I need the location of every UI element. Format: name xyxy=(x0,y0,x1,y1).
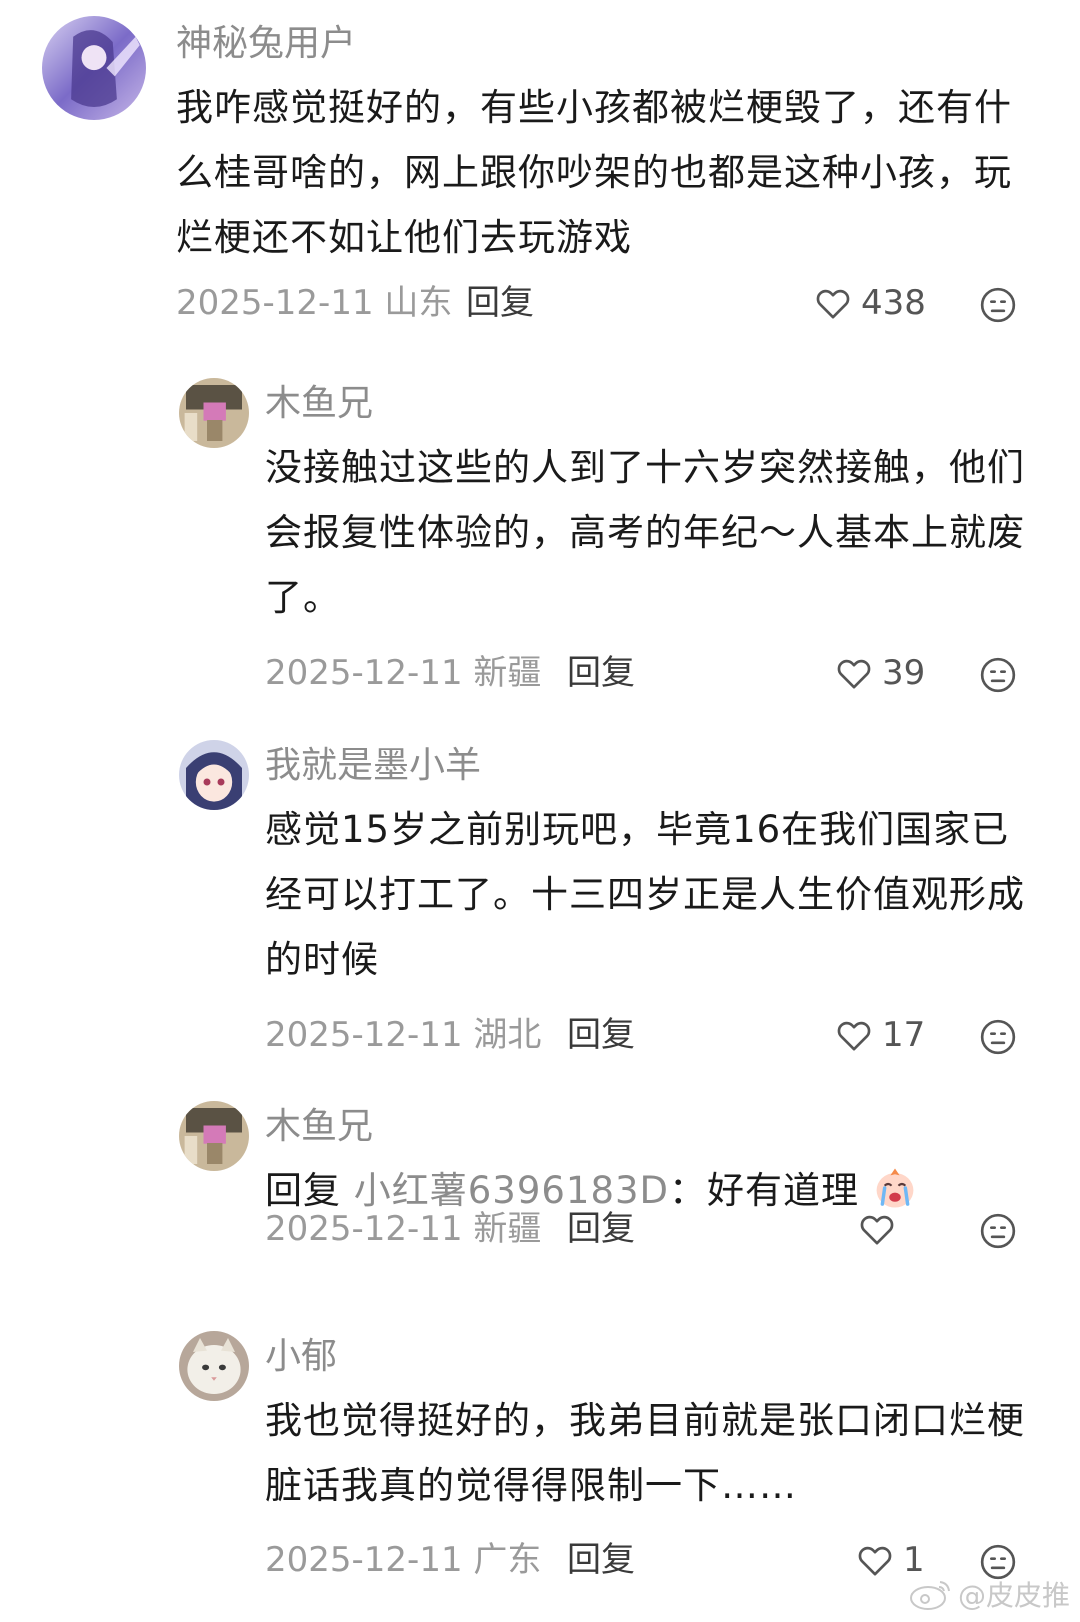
avatar-image xyxy=(42,16,146,120)
comment-date-location: 2025-12-11 山东 xyxy=(176,283,453,323)
avatar-image xyxy=(179,740,249,810)
neutral-face-icon xyxy=(980,287,1016,323)
reply-button[interactable]: 回复 xyxy=(567,1204,635,1254)
avatar[interactable] xyxy=(179,1101,249,1171)
like-count: 438 xyxy=(861,283,926,323)
heart-outline-icon xyxy=(816,289,850,319)
reply-comment-item: 木鱼兄 没接触过这些的人到了十六岁突然接触，他们会报复性体验的，高考的年纪～人基… xyxy=(0,360,1080,705)
comment-username[interactable]: 我就是墨小羊 xyxy=(265,744,481,788)
comment-text: 我也觉得挺好的，我弟目前就是张口闭口烂梗脏话我真的觉得得限制一下…… xyxy=(265,1399,1025,1507)
comment-text: 我咋感觉挺好的，有些小孩都被烂梗毁了，还有什么桂哥啥的，网上跟你吵架的也都是这种… xyxy=(176,86,1012,259)
watermark: @皮皮推 xyxy=(908,1574,1070,1614)
dislike-button[interactable] xyxy=(978,1017,1018,1057)
watermark-text: @皮皮推 xyxy=(957,1579,1070,1612)
avatar-image xyxy=(179,1331,249,1401)
avatar-image xyxy=(179,378,249,448)
avatar[interactable] xyxy=(42,16,146,120)
comment-item: 神秘兔用户 我咋感觉挺好的，有些小孩都被烂梗毁了，还有什么桂哥啥的，网上跟你吵架… xyxy=(0,0,1080,350)
comment-date-location: 2025-12-11 湖北 xyxy=(265,1015,542,1055)
comment-text: 没接触过这些的人到了十六岁突然接触，他们会报复性体验的，高考的年纪～人基本上就废… xyxy=(265,446,1025,619)
avatar[interactable] xyxy=(179,1331,249,1401)
comment-date-location: 2025-12-11 新疆 xyxy=(265,1209,542,1249)
reply-comment-item: 木鱼兄 回复 小红薯6396183D：好有道理 2025-12-11 新疆 回复 xyxy=(0,1083,1080,1299)
like-button[interactable]: 438 xyxy=(813,278,926,328)
heart-outline-icon xyxy=(837,659,871,689)
avatar[interactable] xyxy=(179,740,249,810)
reply-comment-item: 我就是墨小羊 感觉15岁之前别玩吧，毕竟16在我们国家已经可以打工了。十三四岁正… xyxy=(0,722,1080,1067)
comment-username[interactable]: 神秘兔用户 xyxy=(176,22,356,66)
like-button[interactable]: 39 xyxy=(834,648,925,698)
heart-outline-icon xyxy=(837,1021,871,1051)
like-button[interactable] xyxy=(857,1204,905,1254)
avatar[interactable] xyxy=(179,378,249,448)
dislike-button[interactable] xyxy=(978,655,1018,695)
reply-button[interactable]: 回复 xyxy=(466,278,534,328)
dislike-button[interactable] xyxy=(978,285,1018,325)
avatar-image xyxy=(179,1101,249,1171)
reply-button[interactable]: 回复 xyxy=(567,648,635,698)
comment-username[interactable]: 木鱼兄 xyxy=(265,1105,373,1149)
comment-date-location: 2025-12-11 广东 xyxy=(265,1540,542,1580)
neutral-face-icon xyxy=(980,1019,1016,1055)
like-button[interactable]: 17 xyxy=(834,1010,925,1060)
comment-username[interactable]: 木鱼兄 xyxy=(265,382,373,426)
reply-comment-item: 小郁 我也觉得挺好的，我弟目前就是张口闭口烂梗脏话我真的觉得得限制一下…… 20… xyxy=(0,1313,1080,1613)
like-count: 17 xyxy=(882,1015,926,1055)
neutral-face-icon xyxy=(980,1213,1016,1249)
like-count: 39 xyxy=(882,653,926,693)
comment-date-location: 2025-12-11 新疆 xyxy=(265,653,542,693)
heart-outline-icon xyxy=(858,1546,892,1576)
heart-outline-icon xyxy=(860,1215,894,1245)
weibo-logo-icon xyxy=(909,1581,950,1610)
reply-button[interactable]: 回复 xyxy=(567,1535,635,1585)
comment-text: 感觉15岁之前别玩吧，毕竟16在我们国家已经可以打工了。十三四岁正是人生价值观形… xyxy=(265,808,1025,981)
reply-button[interactable]: 回复 xyxy=(567,1010,635,1060)
neutral-face-icon xyxy=(980,657,1016,693)
dislike-button[interactable] xyxy=(978,1211,1018,1251)
comment-username[interactable]: 小郁 xyxy=(265,1335,337,1379)
